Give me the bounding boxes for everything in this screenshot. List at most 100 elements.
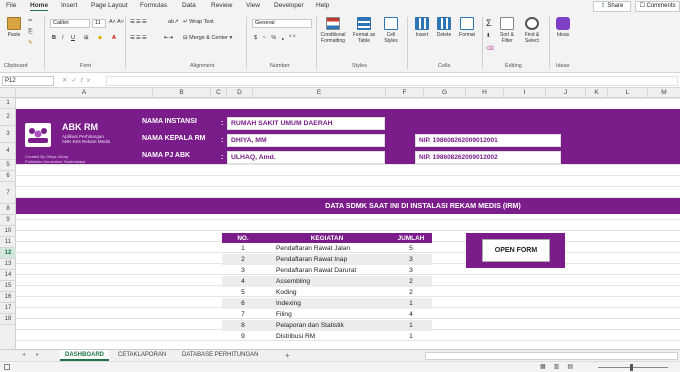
tab-dashboard[interactable]: DASHBOARD	[60, 350, 109, 361]
worksheet[interactable]: ABK RM Aplikasi Perhitungan ABK-Kes Reka…	[16, 98, 680, 349]
menu-review[interactable]: Review	[211, 2, 232, 9]
font-size-select[interactable]: 11	[92, 19, 106, 28]
table-row[interactable]: 4 Assembling 2	[222, 276, 432, 287]
autosum-icon[interactable]: Σ	[486, 18, 492, 28]
cut-icon[interactable]: ✂	[28, 18, 33, 24]
wrap-text-button[interactable]: ↵ Wrap Text	[183, 19, 214, 25]
horizontal-scrollbar[interactable]	[425, 352, 678, 360]
menu-developer[interactable]: Developer	[274, 2, 304, 9]
table-row[interactable]: 9 Distribusi RM 1	[222, 331, 432, 342]
table-row[interactable]: 5 Koding 2	[222, 287, 432, 298]
grow-font-icon[interactable]: A˄ A˅	[109, 19, 124, 25]
row-header[interactable]: 17	[0, 303, 16, 314]
align-top-icon[interactable]: ☰☰☰	[130, 19, 148, 25]
share-button[interactable]: ⇪ Share	[593, 1, 631, 12]
row-header[interactable]: 16	[0, 292, 16, 303]
nama-kepala-field[interactable]: DHIYA, MM	[227, 134, 385, 147]
borders-icon[interactable]: ⊞	[84, 35, 89, 41]
table-row[interactable]: 8 Pelaporan dan Statistik 1	[222, 320, 432, 331]
find-select-button[interactable]: Find & Select	[520, 17, 544, 44]
indent-icon[interactable]: ⇤⇥	[164, 35, 173, 41]
fill-color-icon[interactable]: ◆	[98, 35, 102, 41]
col-header[interactable]: B	[153, 88, 211, 98]
add-sheet-button[interactable]: +	[285, 350, 290, 361]
nip-kepala-field[interactable]: NIP. 198608262009012001	[415, 134, 561, 147]
currency-icon[interactable]: $ ~ % ❟ ⁰⁰	[254, 35, 297, 42]
tab-scroll-right-icon[interactable]: ▸	[36, 350, 39, 361]
row-header[interactable]: 3	[0, 126, 16, 143]
zoom-slider-thumb[interactable]	[630, 364, 633, 371]
font-name-select[interactable]: Calibri	[50, 19, 90, 28]
nama-instansi-field[interactable]: RUMAH SAKIT UMUM DAERAH	[227, 117, 385, 130]
macro-record-icon[interactable]	[4, 364, 10, 370]
row-header[interactable]: 4	[0, 143, 16, 160]
col-header[interactable]: A	[16, 88, 153, 98]
table-row[interactable]: 6 Indexing 1	[222, 298, 432, 309]
align-left-icon[interactable]: ☰☰☰	[130, 35, 148, 41]
menu-view[interactable]: View	[246, 2, 260, 9]
col-header[interactable]: E	[253, 88, 386, 98]
fx-icon[interactable]: fx	[81, 77, 94, 84]
name-box[interactable]: P12	[2, 76, 54, 86]
col-header[interactable]: D	[227, 88, 253, 98]
col-header[interactable]: L	[608, 88, 648, 98]
tab-scroll-left-icon[interactable]: ◂	[22, 350, 25, 361]
row-header[interactable]: 2	[0, 109, 16, 126]
row-header[interactable]: 7	[0, 182, 16, 204]
col-header[interactable]: I	[504, 88, 546, 98]
col-header[interactable]: M	[648, 88, 680, 98]
menu-data[interactable]: Data	[182, 2, 196, 9]
table-row[interactable]: 7 Filing 4	[222, 309, 432, 320]
row-header[interactable]: 14	[0, 270, 16, 281]
delete-cells-button[interactable]: Delete	[434, 17, 454, 38]
orientation-icon[interactable]: ab↗	[168, 19, 179, 25]
col-header[interactable]: F	[386, 88, 424, 98]
row-header[interactable]: 6	[0, 171, 16, 182]
conditional-formatting-button[interactable]: Conditional Formatting	[318, 17, 348, 44]
col-header[interactable]: K	[586, 88, 608, 98]
row-header[interactable]: 18	[0, 314, 16, 325]
check-icon[interactable]: ✓	[71, 77, 80, 84]
col-header[interactable]: G	[424, 88, 466, 98]
row-header[interactable]: 1	[0, 98, 16, 109]
italic-icon[interactable]: I	[62, 35, 64, 41]
formula-input[interactable]	[106, 76, 678, 86]
view-mode-icons[interactable]: ▦▥▤	[540, 363, 581, 370]
row-header-selected[interactable]: 12	[0, 248, 16, 259]
format-cells-button[interactable]: Format	[456, 17, 478, 38]
zoom-slider[interactable]	[598, 367, 668, 368]
tab-cetaklaporan[interactable]: CETAKLAPORAN	[118, 350, 166, 361]
col-header[interactable]: C	[211, 88, 227, 98]
format-painter-icon[interactable]: ✎	[28, 40, 33, 46]
row-header[interactable]: 9	[0, 215, 16, 226]
bold-icon[interactable]: B	[52, 35, 56, 41]
menu-home[interactable]: Home	[30, 2, 49, 11]
copy-icon[interactable]: ⎘	[28, 29, 32, 36]
menu-formulas[interactable]: Formulas	[140, 2, 167, 9]
tab-database-perhitungan[interactable]: DATABASE PERHITUNGAN	[182, 350, 258, 361]
select-all-corner[interactable]	[0, 88, 16, 98]
merge-center-button[interactable]: ⊟ Merge & Center ▾	[183, 35, 232, 41]
font-color-icon[interactable]: A	[112, 35, 116, 41]
open-form-button[interactable]: OPEN FORM	[482, 239, 550, 262]
paste-button[interactable]: Paste	[3, 17, 25, 38]
fill-icon[interactable]: ⬇	[486, 33, 491, 39]
ideas-button[interactable]: Ideas	[554, 17, 572, 38]
number-format-select[interactable]: General	[252, 19, 312, 28]
row-header[interactable]: 8	[0, 204, 16, 215]
nama-pj-field[interactable]: ULHAQ, Amd.	[227, 151, 385, 164]
row-header[interactable]: 13	[0, 259, 16, 270]
col-header[interactable]: H	[466, 88, 504, 98]
menu-insert[interactable]: Insert	[61, 2, 77, 9]
row-header[interactable]: 15	[0, 281, 16, 292]
col-header[interactable]: J	[546, 88, 586, 98]
clear-icon[interactable]: ⌫	[486, 46, 494, 52]
insert-cells-button[interactable]: Insert	[412, 17, 432, 38]
menu-page-layout[interactable]: Page Layout	[91, 2, 128, 9]
menu-file[interactable]: File	[6, 2, 16, 9]
comments-button[interactable]: ☐ Comments	[635, 1, 680, 12]
cell-styles-button[interactable]: Cell Styles	[380, 17, 402, 44]
sort-filter-button[interactable]: Sort & Filter	[496, 17, 518, 44]
row-header[interactable]: 11	[0, 237, 16, 248]
row-header[interactable]: 5	[0, 160, 16, 171]
